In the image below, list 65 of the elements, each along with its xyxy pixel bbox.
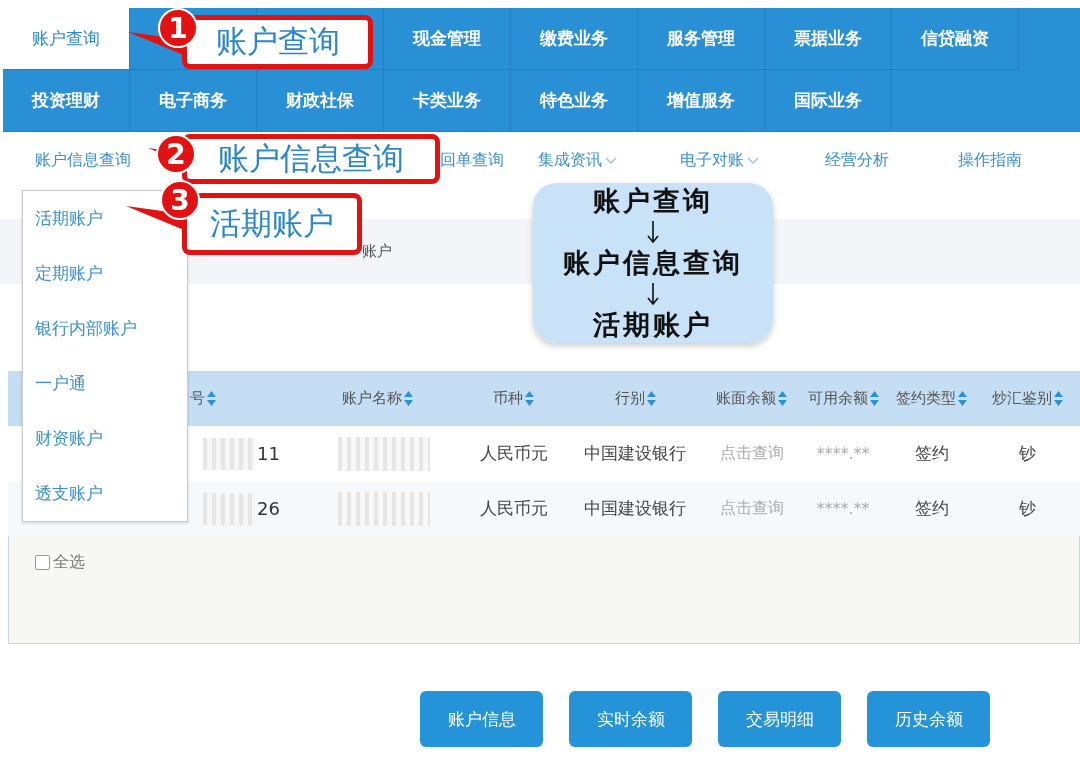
blurred-text xyxy=(203,437,255,470)
table-cell-text: 人民币元 xyxy=(478,442,549,465)
column-header[interactable]: 签约类型 xyxy=(888,389,975,408)
nav-tab[interactable]: 财政社保 xyxy=(257,70,384,132)
sort-icon xyxy=(958,391,967,406)
nav-tab[interactable]: 特色业务 xyxy=(511,70,638,132)
sort-icon xyxy=(778,391,787,406)
flow-step: 账户信息查询 xyxy=(563,245,743,281)
table-cell-text: 钞 xyxy=(1018,497,1037,520)
query-link[interactable]: 点击查询 xyxy=(705,443,798,464)
sort-icon xyxy=(525,391,534,406)
nav-tab[interactable]: 电子商务 xyxy=(130,70,257,132)
menu-item[interactable]: 一户通 xyxy=(23,356,187,411)
action-button[interactable]: 历史余额 xyxy=(867,691,990,747)
sub-nav-link[interactable]: 集成资讯 xyxy=(538,150,680,171)
column-header[interactable]: 账户名称 xyxy=(330,389,462,408)
menu-item[interactable]: 财资账户 xyxy=(23,411,187,466)
table-cell-text: 中国建设银行 xyxy=(583,497,687,520)
nav-tab[interactable]: 增值服务 xyxy=(638,70,765,132)
sub-nav-link[interactable]: 经营分析 xyxy=(825,150,958,171)
nav-tab[interactable]: 卡类业务 xyxy=(384,70,511,132)
nav-tab[interactable]: 现金管理 xyxy=(384,8,511,70)
sort-icon xyxy=(1054,391,1063,406)
action-button[interactable]: 账户信息 xyxy=(420,691,543,747)
sub-nav-link[interactable]: 操作指南 xyxy=(958,150,1078,171)
sub-nav-link[interactable]: 回单查询 xyxy=(440,150,538,171)
column-header[interactable]: 可用余额 xyxy=(798,389,888,408)
table-cell-text: 钞 xyxy=(1018,442,1037,465)
table-cell-text: 签约 xyxy=(913,497,950,520)
sort-icon xyxy=(869,391,879,406)
nav-tab[interactable]: 国际业务 xyxy=(765,70,892,132)
arrow-down-icon xyxy=(647,283,659,305)
step-number-badge: 2 xyxy=(156,134,196,174)
sub-nav-link[interactable]: 电子对账 xyxy=(680,150,825,171)
nav-tab[interactable]: 票据业务 xyxy=(765,8,892,70)
query-link[interactable]: 点击查询 xyxy=(705,498,798,519)
breadcrumb-text: 账户 xyxy=(362,242,392,261)
column-header[interactable]: 行别 xyxy=(565,389,705,408)
nav-tab[interactable]: 投资理财 xyxy=(3,70,130,132)
sort-icon xyxy=(207,391,216,406)
sort-icon xyxy=(404,391,413,406)
column-header[interactable]: 账面余额 xyxy=(705,389,798,408)
nav-tab[interactable]: 服务管理 xyxy=(638,8,765,70)
flow-step: 账户查询 xyxy=(593,183,713,219)
menu-item[interactable]: 银行内部账户 xyxy=(23,301,187,356)
nav-tab[interactable]: 缴费业务 xyxy=(511,8,638,70)
flow-step: 活期账户 xyxy=(593,307,713,343)
sort-icon xyxy=(646,391,656,406)
nav-tab[interactable]: 账户查询 xyxy=(3,8,130,70)
select-all-checkbox[interactable]: 全选 xyxy=(35,552,85,573)
table-cell-text: 人民币元 xyxy=(478,497,549,520)
table-cell-text: 中国建设银行 xyxy=(583,442,687,465)
table-cell-text: ****.** xyxy=(815,499,871,518)
table-cell-text: 签约 xyxy=(913,442,950,465)
arrow-down-icon xyxy=(647,221,659,243)
account-number: 26 xyxy=(257,498,280,519)
column-header[interactable]: 炒汇鉴别 xyxy=(975,389,1080,408)
column-header[interactable]: 币种 xyxy=(462,389,565,408)
account-number: 11 xyxy=(257,443,280,464)
action-button[interactable]: 交易明细 xyxy=(718,691,841,747)
action-button[interactable]: 实时余额 xyxy=(569,691,692,747)
menu-item[interactable]: 透支账户 xyxy=(23,466,187,521)
table-cell-text: ****.** xyxy=(815,444,871,463)
checkbox[interactable] xyxy=(35,555,50,570)
nav-tab[interactable]: 信贷融资 xyxy=(892,8,1019,70)
